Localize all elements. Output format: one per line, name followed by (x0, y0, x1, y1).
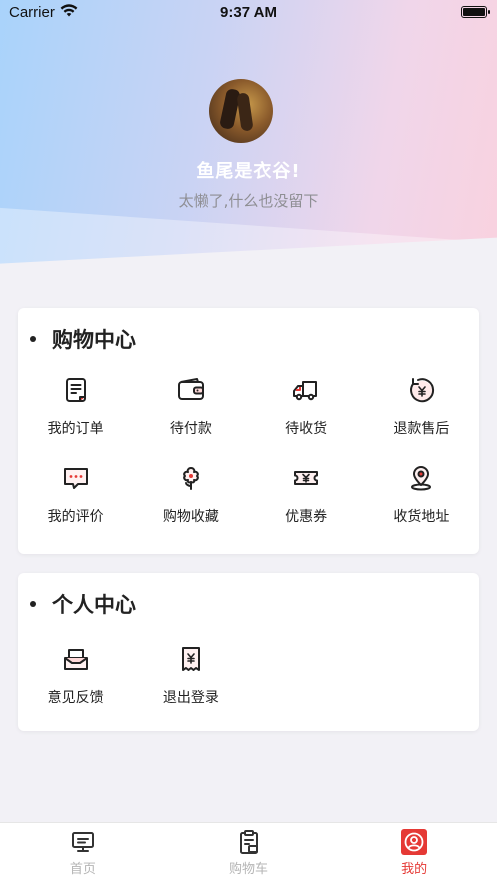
favorites-button[interactable]: 购物收藏 (133, 464, 248, 526)
my-orders-button[interactable]: 我的订单 (18, 376, 133, 438)
wallet-icon (177, 378, 204, 400)
grid-item-label: 待收货 (285, 421, 328, 437)
tab-profile[interactable]: 我的 (331, 823, 497, 883)
user-bio: 太懒了,什么也没留下 (178, 192, 319, 210)
bullet-dot (30, 601, 36, 607)
status-bar: Carrier 9:37 AM (0, 0, 497, 26)
feedback-button[interactable]: 意见反馈 (18, 645, 133, 707)
tab-label: 我的 (401, 862, 428, 877)
grid-item-label: 我的评价 (47, 509, 104, 525)
section-title: 购物中心 (30, 324, 136, 354)
clock: 9:37 AM (220, 4, 277, 21)
cart-icon (239, 830, 258, 854)
favorite-icon (183, 467, 199, 490)
pending-payment-button[interactable]: 待付款 (133, 376, 248, 438)
truck-icon (293, 381, 318, 401)
grid-item-label: 待付款 (169, 421, 212, 437)
tab-home[interactable]: 首页 (0, 823, 166, 883)
grid-item-label: 意见反馈 (47, 690, 104, 706)
bullet-dot (30, 336, 36, 342)
location-icon (411, 466, 432, 491)
avatar[interactable] (209, 79, 273, 143)
logout-button[interactable]: 退出登录 (133, 645, 248, 707)
section-title: 个人中心 (30, 589, 136, 619)
shopping-center-card: 购物中心 我的订单 待付款 待收货 退款售后 我的评价 购物收藏 优惠券 收货地… (18, 308, 479, 554)
grid-item-label: 我的订单 (47, 421, 104, 437)
coupons-button[interactable]: 优惠券 (249, 464, 364, 526)
section-title-text: 购物中心 (52, 328, 136, 352)
order-icon (65, 378, 86, 402)
user-name: 鱼尾是衣谷! (196, 161, 301, 182)
section-title-text: 个人中心 (52, 593, 136, 617)
home-icon (71, 832, 94, 852)
profile-icon (401, 829, 428, 855)
refund-icon (410, 378, 435, 403)
profile-header (0, 0, 497, 285)
personal-grid: 意见反馈 退出登录 (18, 645, 479, 707)
grid-item-label: 购物收藏 (162, 509, 219, 525)
battery-icon (461, 6, 490, 18)
logout-icon (181, 647, 200, 671)
shipping-address-button[interactable]: 收货地址 (364, 464, 479, 526)
tab-label: 购物车 (229, 862, 269, 877)
shopping-grid: 我的订单 待付款 待收货 退款售后 我的评价 购物收藏 优惠券 收货地址 (18, 376, 479, 526)
pending-delivery-button[interactable]: 待收货 (249, 376, 364, 438)
personal-center-card: 个人中心 意见反馈 退出登录 (18, 573, 479, 731)
coupon-icon (294, 471, 319, 485)
grid-item-label: 退款售后 (393, 421, 450, 437)
grid-item-label: 收货地址 (393, 509, 450, 525)
refund-aftersale-button[interactable]: 退款售后 (364, 376, 479, 438)
grid-item-label: 优惠券 (285, 509, 328, 525)
tab-bar: 首页 购物车 我的 (0, 822, 497, 883)
my-reviews-button[interactable]: 我的评价 (18, 464, 133, 526)
tab-cart[interactable]: 购物车 (166, 823, 332, 883)
feedback-icon (63, 649, 88, 670)
tab-label: 首页 (69, 862, 96, 877)
comment-icon (63, 468, 88, 489)
grid-item-label: 退出登录 (162, 690, 219, 706)
